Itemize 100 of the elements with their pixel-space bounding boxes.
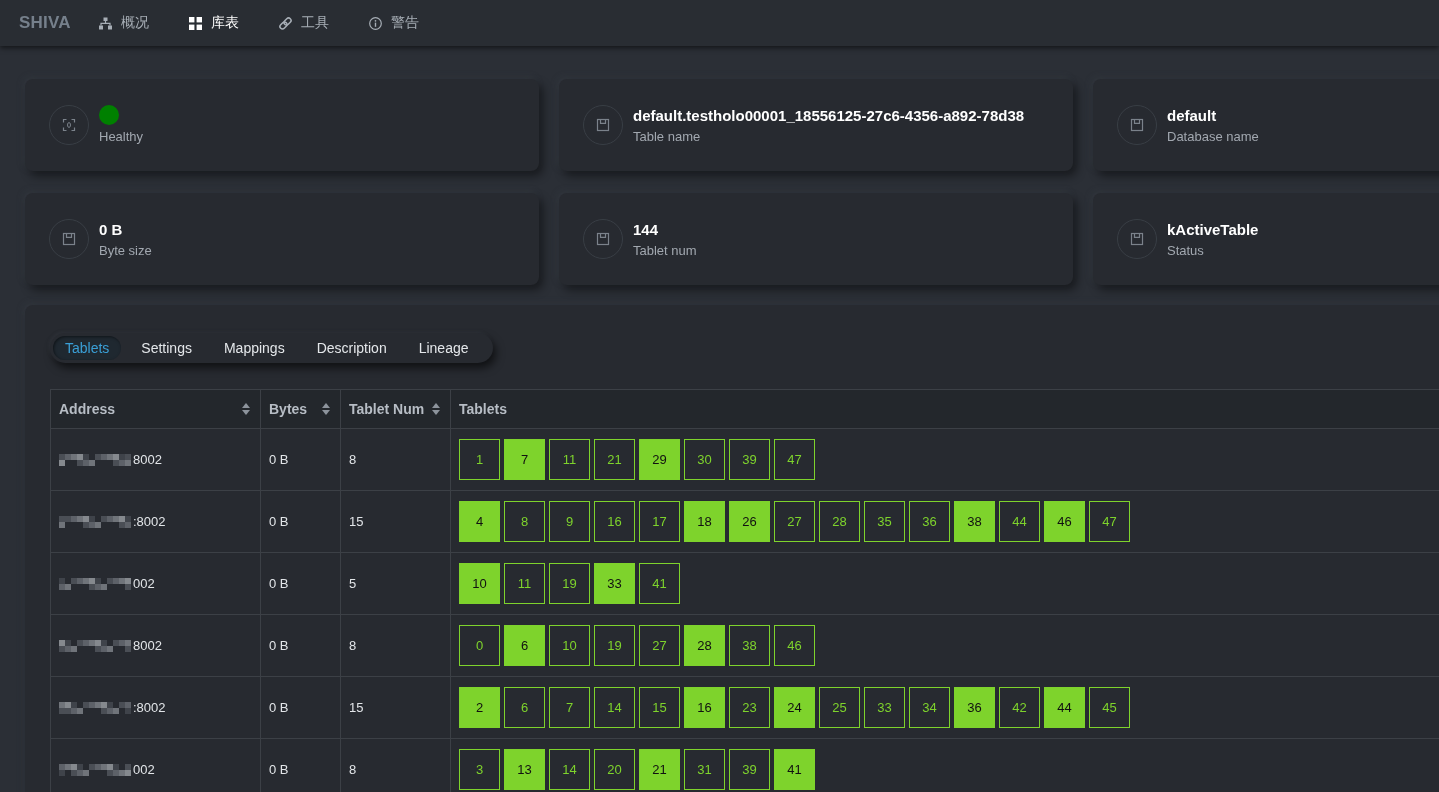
tablet-chip: 46 xyxy=(774,625,815,666)
table-cell: 0 B xyxy=(260,552,341,615)
tablet-chip: 19 xyxy=(594,625,635,666)
floppy-disk-icon xyxy=(1117,219,1157,259)
card-value: 144 xyxy=(633,219,659,239)
nav-item[interactable]: 工具 xyxy=(278,14,329,32)
tablet-chip: 11 xyxy=(504,563,545,604)
card-label: Database name xyxy=(1167,127,1259,145)
tablet-chip: 36 xyxy=(909,501,950,542)
tablet-chip: 27 xyxy=(639,625,680,666)
tablet-chip: 8 xyxy=(504,501,545,542)
tablet-chip: 9 xyxy=(549,501,590,542)
sitemap-icon xyxy=(98,16,112,30)
tablet-chip: 38 xyxy=(954,501,995,542)
card-value: kActiveTable xyxy=(1167,219,1259,239)
floppy-disk-icon xyxy=(583,105,623,145)
column-header: Bytes xyxy=(269,401,308,417)
nav-item[interactable]: 库表 xyxy=(188,14,239,32)
tablet-chip: 7 xyxy=(549,687,590,728)
tablet-chip: 36 xyxy=(954,687,995,728)
address-text: 8002 xyxy=(133,452,162,467)
tablet-chip: 30 xyxy=(684,439,725,480)
tablet-chip: 33 xyxy=(594,563,635,604)
nav-item[interactable]: 概况 xyxy=(98,14,149,32)
sort-icon[interactable] xyxy=(242,403,250,415)
tablet-chip: 4 xyxy=(459,501,500,542)
tablet-chip: 15 xyxy=(639,687,680,728)
tablet-chip: 19 xyxy=(549,563,590,604)
floppy-disk-icon xyxy=(583,219,623,259)
pixelated-redaction xyxy=(59,453,131,466)
tablet-chip: 1 xyxy=(459,439,500,480)
table-cell: 0 B xyxy=(260,614,341,677)
tablet-chip: 14 xyxy=(549,749,590,790)
table-cell: 15 xyxy=(340,676,451,739)
tablet-chip: 42 xyxy=(999,687,1040,728)
link-icon xyxy=(278,16,292,30)
table-cell: 0 B xyxy=(260,676,341,739)
tablet-chip: 24 xyxy=(774,687,815,728)
tablet-chip: 47 xyxy=(1089,501,1130,542)
address-text: :8002 xyxy=(133,514,166,529)
tablet-chip: 38 xyxy=(729,625,770,666)
pixelated-redaction xyxy=(59,515,131,528)
tablet-chip: 46 xyxy=(1044,501,1085,542)
table-cell: 0 B xyxy=(260,428,341,491)
table-cell: 8 xyxy=(340,428,451,491)
tablet-chip: 26 xyxy=(729,501,770,542)
tablet-chip: 0 xyxy=(459,625,500,666)
tablet-chip: 41 xyxy=(774,749,815,790)
card-value: default xyxy=(1167,105,1217,125)
tablet-chip: 3 xyxy=(459,749,500,790)
tab[interactable]: Mappings xyxy=(211,336,297,360)
tablet-chip: 11 xyxy=(549,439,590,480)
table-cell: 8 xyxy=(340,614,451,677)
tablet-chip: 17 xyxy=(639,501,680,542)
column-header: Tablet Num xyxy=(349,401,425,417)
tablet-chip: 33 xyxy=(864,687,905,728)
tab[interactable]: Lineage xyxy=(406,336,481,360)
card-value: default.testholo00001_18556125-27c6-4356-a892-78d38 xyxy=(633,105,1025,125)
tablet-chip: 39 xyxy=(729,749,770,790)
table-cell: 5 xyxy=(340,552,451,615)
address-text: 8002 xyxy=(133,638,162,653)
scan-icon xyxy=(49,105,89,145)
pixelated-redaction xyxy=(59,701,131,714)
tablet-chip: 6 xyxy=(504,687,545,728)
tablet-chip: 28 xyxy=(684,625,725,666)
tablet-chip: 41 xyxy=(639,563,680,604)
tab[interactable]: Tablets xyxy=(53,336,122,360)
tablet-chip: 16 xyxy=(594,501,635,542)
tablet-chip: 16 xyxy=(684,687,725,728)
tablet-chip: 21 xyxy=(594,439,635,480)
card-value: 0 B xyxy=(99,219,123,239)
tablet-chip: 35 xyxy=(864,501,905,542)
tablet-chip: 23 xyxy=(729,687,770,728)
tablet-chip: 10 xyxy=(549,625,590,666)
tablet-chip: 27 xyxy=(774,501,815,542)
pixelated-redaction xyxy=(59,639,131,652)
tablet-chip: 44 xyxy=(999,501,1040,542)
tablet-chip: 31 xyxy=(684,749,725,790)
tab[interactable]: Description xyxy=(304,336,399,360)
card-label: Table name xyxy=(633,127,701,145)
tablet-chip: 34 xyxy=(909,687,950,728)
tablet-chip: 29 xyxy=(639,439,680,480)
grid-icon xyxy=(188,16,202,30)
info-icon xyxy=(368,16,382,30)
nav-item[interactable]: 警告 xyxy=(368,14,419,32)
tablet-chip: 14 xyxy=(594,687,635,728)
tablet-chip: 10 xyxy=(459,563,500,604)
address-text: :8002 xyxy=(133,700,166,715)
tablet-chip: 13 xyxy=(504,749,545,790)
tablet-chip: 20 xyxy=(594,749,635,790)
tablet-chip: 44 xyxy=(1044,687,1085,728)
tab[interactable]: Settings xyxy=(129,336,204,360)
sort-icon[interactable] xyxy=(432,403,440,415)
card-label: Healthy xyxy=(99,128,144,145)
sort-icon[interactable] xyxy=(322,403,330,415)
tablet-chip: 6 xyxy=(504,625,545,666)
floppy-disk-icon xyxy=(1117,105,1157,145)
column-header: Address xyxy=(59,401,116,417)
tablet-chip: 25 xyxy=(819,687,860,728)
tablet-chip: 21 xyxy=(639,749,680,790)
